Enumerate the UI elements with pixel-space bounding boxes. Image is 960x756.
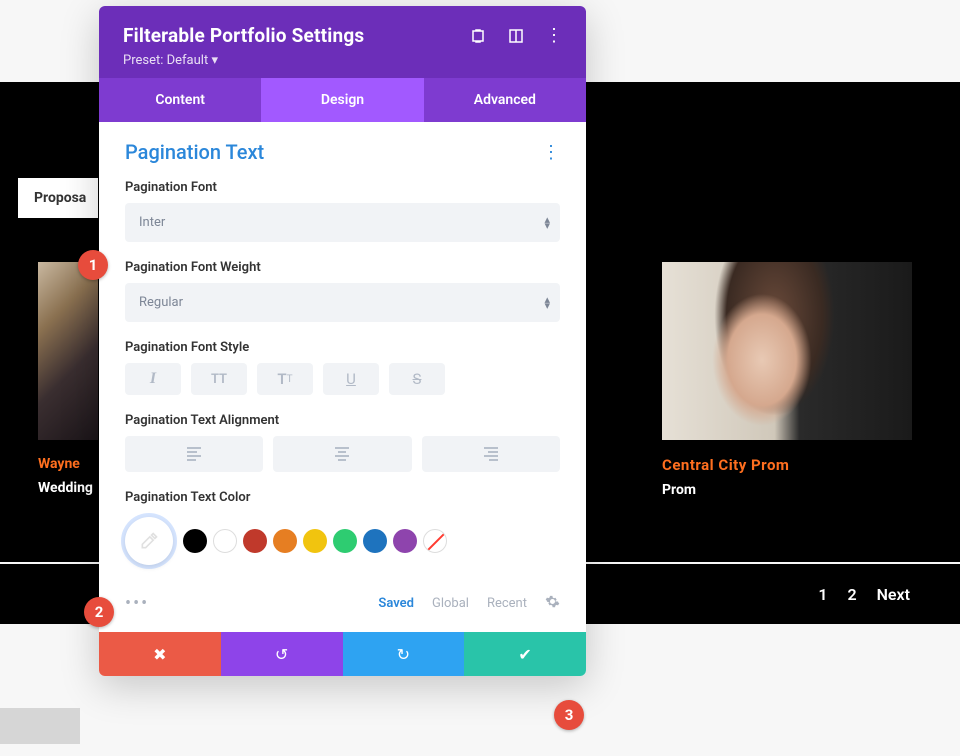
portfolio-item-right: Central City Prom Prom	[662, 262, 912, 498]
undo-icon: ↺	[275, 645, 288, 664]
swatch-black[interactable]	[183, 529, 207, 553]
modal-header: Filterable Portfolio Settings ⋮ Preset: …	[99, 6, 586, 78]
section-menu-icon[interactable]: ⋮	[542, 142, 560, 163]
sort-icon: ▴▾	[544, 217, 546, 229]
tab-design[interactable]: Design	[261, 78, 423, 122]
undo-button[interactable]: ↺	[221, 632, 343, 676]
columns-icon[interactable]	[508, 28, 524, 44]
tab-saved[interactable]: Saved	[378, 596, 414, 611]
page-2[interactable]: 2	[847, 585, 856, 604]
chevron-down-icon: ▾	[211, 53, 218, 68]
sort-icon: ▴▾	[544, 297, 546, 309]
tab-content[interactable]: Content	[99, 78, 261, 122]
save-button[interactable]: ✔	[464, 632, 586, 676]
style-label: Pagination Font Style	[125, 340, 560, 355]
font-select[interactable]: Inter ▴▾	[125, 203, 560, 242]
align-left-button[interactable]	[125, 436, 263, 472]
tab-recent[interactable]: Recent	[487, 596, 527, 611]
portfolio-title[interactable]: Central City Prom	[662, 456, 912, 474]
check-icon: ✔	[518, 645, 531, 664]
portfolio-title[interactable]: Wayne	[38, 456, 98, 472]
tab-global[interactable]: Global	[432, 596, 469, 611]
strikethrough-button[interactable]: S	[389, 363, 445, 395]
weight-select[interactable]: Regular ▴▾	[125, 283, 560, 322]
italic-button[interactable]: I	[125, 363, 181, 395]
color-label: Pagination Text Color	[125, 490, 560, 505]
cancel-button[interactable]: ✖	[99, 632, 221, 676]
swatch-red[interactable]	[243, 529, 267, 553]
align-center-button[interactable]	[273, 436, 411, 472]
portfolio-thumb[interactable]	[662, 262, 912, 440]
uppercase-button[interactable]: TT	[191, 363, 247, 395]
annotation-badge-1: 1	[78, 250, 108, 280]
annotation-badge-3: 3	[554, 700, 584, 730]
eyedropper-button[interactable]	[125, 517, 173, 565]
weight-label: Pagination Font Weight	[125, 260, 560, 275]
annotation-badge-2: 2	[84, 597, 114, 627]
more-icon[interactable]: •••	[125, 593, 149, 614]
swatch-orange[interactable]	[273, 529, 297, 553]
panel-body: Pagination Text ⋮ Pagination Font Inter …	[99, 122, 586, 676]
expand-icon[interactable]	[470, 28, 486, 44]
section-title[interactable]: Pagination Text	[125, 140, 264, 164]
swatch-none[interactable]	[423, 529, 447, 553]
redo-button[interactable]: ↻	[343, 632, 465, 676]
portfolio-thumb[interactable]	[38, 262, 98, 440]
swatch-green[interactable]	[333, 529, 357, 553]
font-label: Pagination Font	[125, 180, 560, 195]
modal-title: Filterable Portfolio Settings	[123, 24, 364, 47]
smallcaps-button[interactable]: TT	[257, 363, 313, 395]
menu-dots-icon[interactable]: ⋮	[546, 28, 562, 44]
portfolio-item-left: Wayne Wedding	[38, 262, 98, 496]
tab-advanced[interactable]: Advanced	[424, 78, 586, 122]
portfolio-category[interactable]: Prom	[662, 482, 912, 498]
modal-footer: ✖ ↺ ↻ ✔	[99, 632, 586, 676]
color-swatches	[183, 529, 447, 553]
close-icon: ✖	[153, 645, 166, 664]
align-label: Pagination Text Alignment	[125, 413, 560, 428]
modal-tabs: Content Design Advanced	[99, 78, 586, 122]
redo-icon: ↻	[397, 645, 410, 664]
portfolio-category[interactable]: Wedding	[38, 480, 98, 496]
align-right-button[interactable]	[422, 436, 560, 472]
page-next[interactable]: Next	[877, 585, 910, 604]
swatch-white[interactable]	[213, 529, 237, 553]
settings-modal: Filterable Portfolio Settings ⋮ Preset: …	[99, 6, 586, 676]
gear-icon[interactable]	[545, 594, 560, 613]
swatch-blue[interactable]	[363, 529, 387, 553]
preset-dropdown[interactable]: Preset: Default ▾	[123, 53, 562, 68]
decorative-strip	[0, 708, 80, 744]
filter-tab-proposals[interactable]: Proposa	[18, 178, 98, 218]
swatch-yellow[interactable]	[303, 529, 327, 553]
underline-button[interactable]: U	[323, 363, 379, 395]
page-1[interactable]: 1	[818, 585, 827, 604]
swatch-purple[interactable]	[393, 529, 417, 553]
